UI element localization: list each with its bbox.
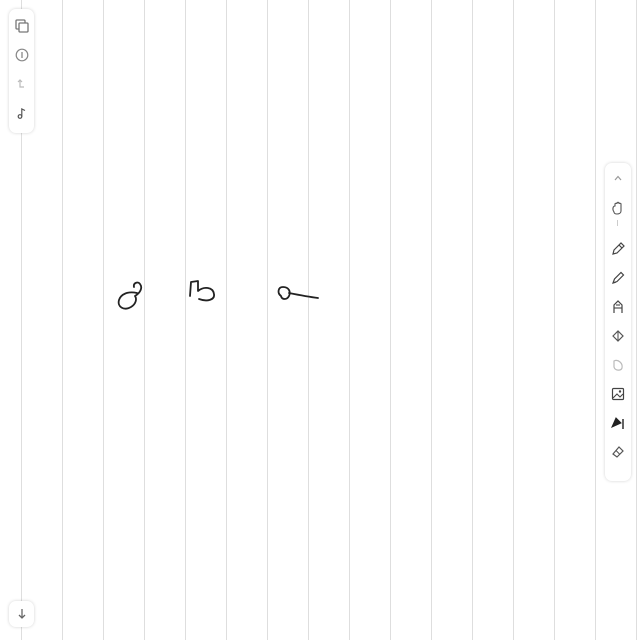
writing-canvas[interactable] [0, 0, 640, 640]
highlighter-tool[interactable] [605, 323, 631, 349]
audio-button[interactable] [9, 100, 34, 126]
brush-tool[interactable] [605, 294, 631, 320]
pencil-tool[interactable] [605, 265, 631, 291]
undo-icon [17, 79, 24, 88]
ruled-line [513, 0, 514, 640]
arrow-down-icon [18, 609, 25, 619]
ruled-line [103, 0, 104, 640]
collapse-toolbar-button[interactable] [605, 165, 631, 191]
shape-icon [613, 359, 623, 371]
lasso-hand-icon [612, 201, 622, 215]
eraser-icon [612, 446, 624, 458]
pen-tool[interactable] [605, 236, 631, 262]
ruled-line [226, 0, 227, 640]
undo-button[interactable] [9, 71, 34, 97]
pages-icon [14, 19, 29, 33]
right-toolbar [605, 163, 631, 481]
ink-pen-tool[interactable] [605, 410, 631, 436]
info-button[interactable] [9, 42, 34, 68]
pages-button[interactable] [9, 13, 34, 39]
music-note-icon [17, 108, 25, 119]
lasso-tool[interactable] [605, 195, 631, 221]
ruled-line [62, 0, 63, 640]
ruled-line [554, 0, 555, 640]
collapse-chevron-icon [614, 175, 622, 181]
toolbar-separator [617, 220, 618, 226]
ruled-line [267, 0, 268, 640]
ruled-line [472, 0, 473, 640]
highlighter-icon [612, 330, 624, 342]
ruled-line [636, 0, 637, 640]
ruled-line [308, 0, 309, 640]
left-toolbar [9, 9, 34, 133]
ruled-line [349, 0, 350, 640]
brush-icon [613, 300, 623, 313]
pencil-icon [611, 271, 625, 285]
info-icon [15, 48, 28, 62]
ruled-line [595, 0, 596, 640]
ink-pen-icon [611, 417, 624, 429]
scroll-down-button[interactable] [9, 601, 34, 627]
image-tool[interactable] [605, 381, 631, 407]
shape-tool[interactable] [605, 352, 631, 378]
ruled-line [185, 0, 186, 640]
image-icon [611, 387, 625, 401]
ruled-line [144, 0, 145, 640]
pen-icon [612, 242, 625, 255]
eraser-tool[interactable] [605, 439, 631, 465]
ruled-line [390, 0, 391, 640]
ruled-line [431, 0, 432, 640]
